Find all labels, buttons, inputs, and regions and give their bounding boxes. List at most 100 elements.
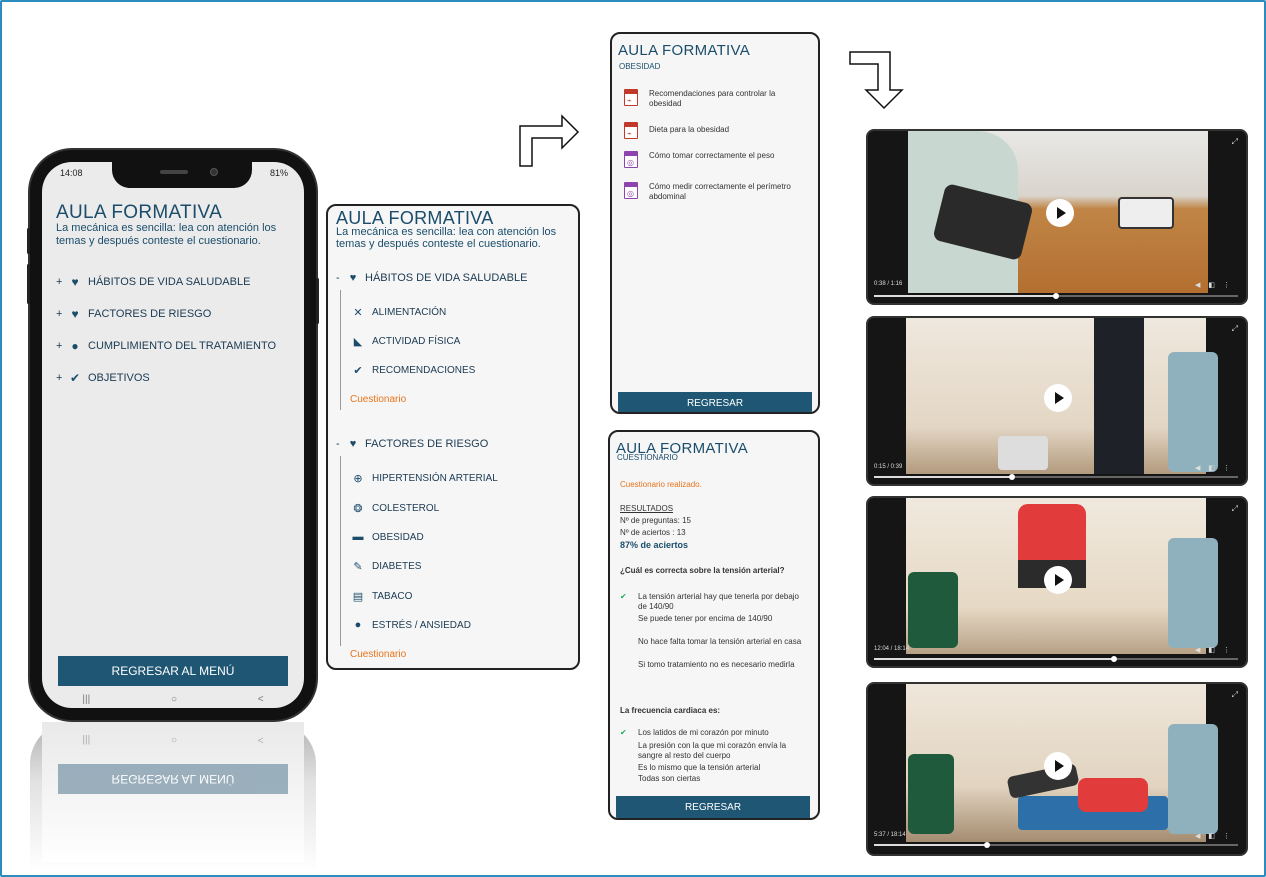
video-figure [1168, 538, 1218, 648]
volume-button [27, 228, 30, 254]
phone-reflection: ||| ○ < REGRESAR AL MENÚ [30, 722, 316, 872]
android-nav-bar: ||| ○ < [42, 690, 304, 708]
reflection-button: REGRESAR AL MENÚ [58, 764, 288, 794]
phone-screen: 14:08 81% AULA FORMATIVA La mecánica es … [42, 162, 304, 708]
answer-option[interactable]: La presión con la que mi corazón envía l… [620, 741, 810, 761]
expand-icon[interactable]: ⤢ [1232, 504, 1238, 514]
menu-item-label: OBJETIVOS [88, 372, 150, 384]
sub-item-tabaco[interactable]: ▤ TABACO [350, 590, 413, 603]
page-title: AULA FORMATIVA [618, 42, 751, 59]
expand-plus: + [56, 372, 63, 384]
expand-plus: + [56, 340, 63, 352]
sub-item-recomendaciones[interactable]: ✔ RECOMENDACIONES [350, 364, 475, 377]
back-button[interactable]: REGRESAR [618, 392, 812, 412]
answer-option[interactable]: Se puede tener por encima de 140/90 [620, 614, 810, 624]
answer-option[interactable]: ✔ La tensión arterial hay que tenerla po… [620, 592, 810, 612]
sub-item-hipertension[interactable]: ⊕ HIPERTENSIÓN ARTERIAL [350, 472, 498, 485]
reflection-back-icon: < [257, 734, 264, 745]
home-icon[interactable]: ○ [171, 694, 177, 705]
video-controls-icon[interactable]: ◀◧⋮ [1195, 281, 1238, 289]
play-button[interactable] [1046, 199, 1074, 227]
menu-item-label: CUMPLIMIENTO DEL TRATAMIENTO [88, 340, 277, 352]
video-figure [998, 436, 1048, 470]
status-battery: 81% [269, 168, 288, 178]
tree-line [340, 456, 341, 646]
answer-option[interactable]: ✔ Los latidos de mi corazón por minuto [620, 728, 810, 738]
sub-item-alimentacion[interactable]: ✕ ALIMENTACIÓN [350, 306, 446, 319]
section-habitos[interactable]: - ♥ HÁBITOS DE VIDA SALUDABLE [336, 272, 527, 284]
video-player[interactable]: ⤢ 5:37 / 18:14 ◀◧⋮ [866, 682, 1248, 856]
answer-option[interactable]: Si tomo tratamiento no es necesario medi… [620, 660, 810, 670]
page-description: La mecánica es sencilla: lea con atenció… [336, 226, 557, 250]
doc-item-perimetro[interactable]: ◎ Cómo medir correctamente el perímetro … [624, 182, 804, 202]
sub-item-estres[interactable]: ● ESTRÉS / ANSIEDAD [350, 619, 471, 631]
glucometer-icon: ✎ [353, 561, 363, 573]
sub-item-obesidad[interactable]: ▬ OBESIDAD [350, 531, 424, 543]
section-factores[interactable]: - ♥ FACTORES DE RIESGO [336, 438, 488, 450]
score-text: 87% de aciertos [620, 540, 689, 550]
video-controls-icon[interactable]: ◀◧⋮ [1195, 464, 1238, 472]
doc-label: Dieta para la obesidad [649, 125, 730, 134]
video-figure [1118, 197, 1174, 229]
checkmark-icon: ✔ [620, 592, 627, 601]
back-button[interactable]: REGRESAR [616, 796, 810, 818]
recents-icon[interactable]: ||| [82, 694, 90, 705]
results-heading: RESULTADOS [620, 504, 674, 513]
question-1: ¿Cuál es correcta sobre la tensión arter… [620, 566, 785, 575]
menu-item-objetivos[interactable]: + ✔ OBJETIVOS [56, 362, 276, 394]
back-icon[interactable]: < [258, 694, 264, 705]
video-player[interactable]: ⤢ 0:38 / 1:16 ◀◧⋮ [866, 129, 1248, 305]
video-file-icon: ◎ [624, 151, 638, 168]
broken-heart-icon: ♥ [71, 307, 79, 321]
doc-item-recomendaciones[interactable]: ⌁ Recomendaciones para controlar la obes… [624, 89, 804, 109]
menu-item-cumplimiento[interactable]: + ● CUMPLIMIENTO DEL TRATAMIENTO [56, 330, 276, 362]
tree-line [340, 290, 341, 410]
video-progress-bar[interactable] [874, 474, 1238, 480]
right-turn-arrow-icon [519, 114, 580, 167]
video-player[interactable]: ⤢ 0:15 / 0:39 ◀◧⋮ [866, 316, 1248, 486]
doc-label: Cómo medir correctamente el perímetro ab… [649, 182, 791, 201]
play-button[interactable] [1044, 566, 1072, 594]
heart-icon: ♥ [349, 272, 357, 284]
video-progress-bar[interactable] [874, 656, 1238, 662]
runner-icon: ◣ [353, 336, 363, 348]
menu-item-habitos[interactable]: + ♥ HÁBITOS DE VIDA SALUDABLE [56, 266, 276, 298]
pdf-icon: ⌁ [624, 89, 638, 106]
doc-item-peso[interactable]: ◎ Cómo tomar correctamente el peso [624, 151, 804, 168]
answer-option[interactable]: Todas son ciertas [620, 774, 810, 784]
back-to-menu-button[interactable]: REGRESAR AL MENÚ [58, 656, 288, 686]
sub-item-label: HIPERTENSIÓN ARTERIAL [372, 473, 498, 484]
topic-menu: + ♥ HÁBITOS DE VIDA SALUDABLE + ♥ FACTOR… [56, 266, 276, 394]
questions-count: Nº de preguntas: 15 [620, 516, 691, 525]
video-progress-bar[interactable] [874, 293, 1238, 299]
video-progress-bar[interactable] [874, 842, 1238, 848]
expand-icon[interactable]: ⤢ [1232, 137, 1238, 147]
play-button[interactable] [1044, 752, 1072, 780]
menu-item-factores[interactable]: + ♥ FACTORES DE RIESGO [56, 298, 276, 330]
expand-plus: + [56, 276, 63, 288]
blood-pressure-icon: ⊕ [353, 473, 363, 485]
sub-item-colesterol[interactable]: ❂ COLESTEROL [350, 502, 439, 515]
video-time: 12:04 / 18:14 [874, 646, 910, 652]
down-turn-arrow-icon [849, 51, 904, 110]
video-controls-icon[interactable]: ◀◧⋮ [1195, 832, 1238, 840]
video-time: 0:38 / 1:16 [874, 281, 903, 287]
video-figure [1168, 724, 1218, 834]
video-figure [1094, 318, 1144, 474]
expand-icon[interactable]: ⤢ [1232, 690, 1238, 700]
doc-item-dieta[interactable]: ⌁ Dieta para la obesidad [624, 122, 804, 139]
play-button[interactable] [1044, 384, 1072, 412]
head-icon: ● [354, 619, 362, 631]
phone-notch [112, 162, 252, 188]
expand-icon[interactable]: ⤢ [1232, 324, 1238, 334]
answer-option[interactable]: Es lo mismo que la tensión arterial [620, 763, 810, 773]
quiz-link[interactable]: Cuestionario [350, 649, 406, 660]
answer-option[interactable]: No hace falta tomar la tensión arterial … [620, 637, 810, 647]
sub-item-actividad[interactable]: ◣ ACTIVIDAD FÍSICA [350, 335, 461, 348]
quiz-link[interactable]: Cuestionario [350, 394, 406, 405]
menu-item-label: FACTORES DE RIESGO [88, 308, 212, 320]
sub-item-diabetes[interactable]: ✎ DIABETES [350, 560, 421, 573]
check-circle-icon: ✔ [69, 371, 81, 385]
video-player[interactable]: ⤢ 12:04 / 18:14 ◀◧⋮ [866, 496, 1248, 668]
video-controls-icon[interactable]: ◀◧⋮ [1195, 646, 1238, 654]
